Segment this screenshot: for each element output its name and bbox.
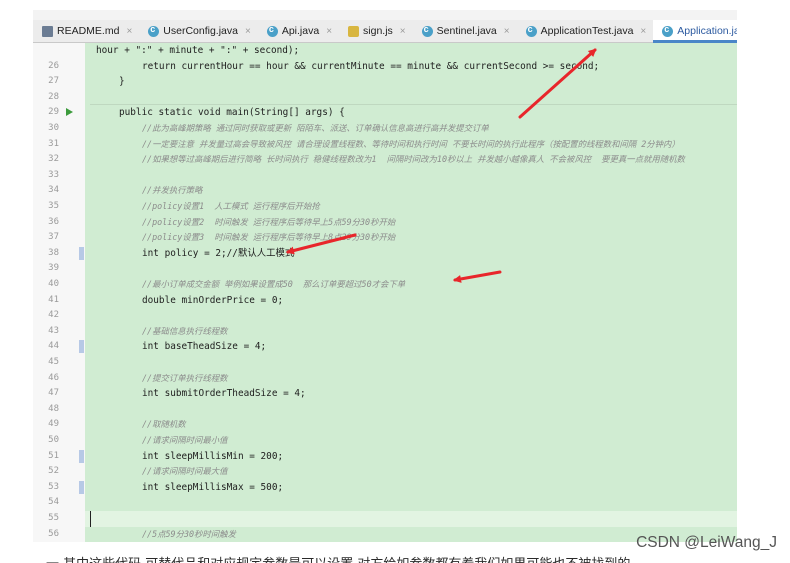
- annotation-arrows: [286, 48, 597, 283]
- annotation-arrow-to-main: [518, 48, 597, 119]
- annotation-arrow-to-min-price: [453, 270, 502, 283]
- annotation-arrow-to-policy: [286, 233, 357, 255]
- article-footer-text: 一 其中这些代码 可替代品和对应规定参数是可以设置 对方给如参数都有着我们如果可…: [46, 556, 726, 563]
- csdn-watermark: CSDN @LeiWang_J: [636, 534, 777, 551]
